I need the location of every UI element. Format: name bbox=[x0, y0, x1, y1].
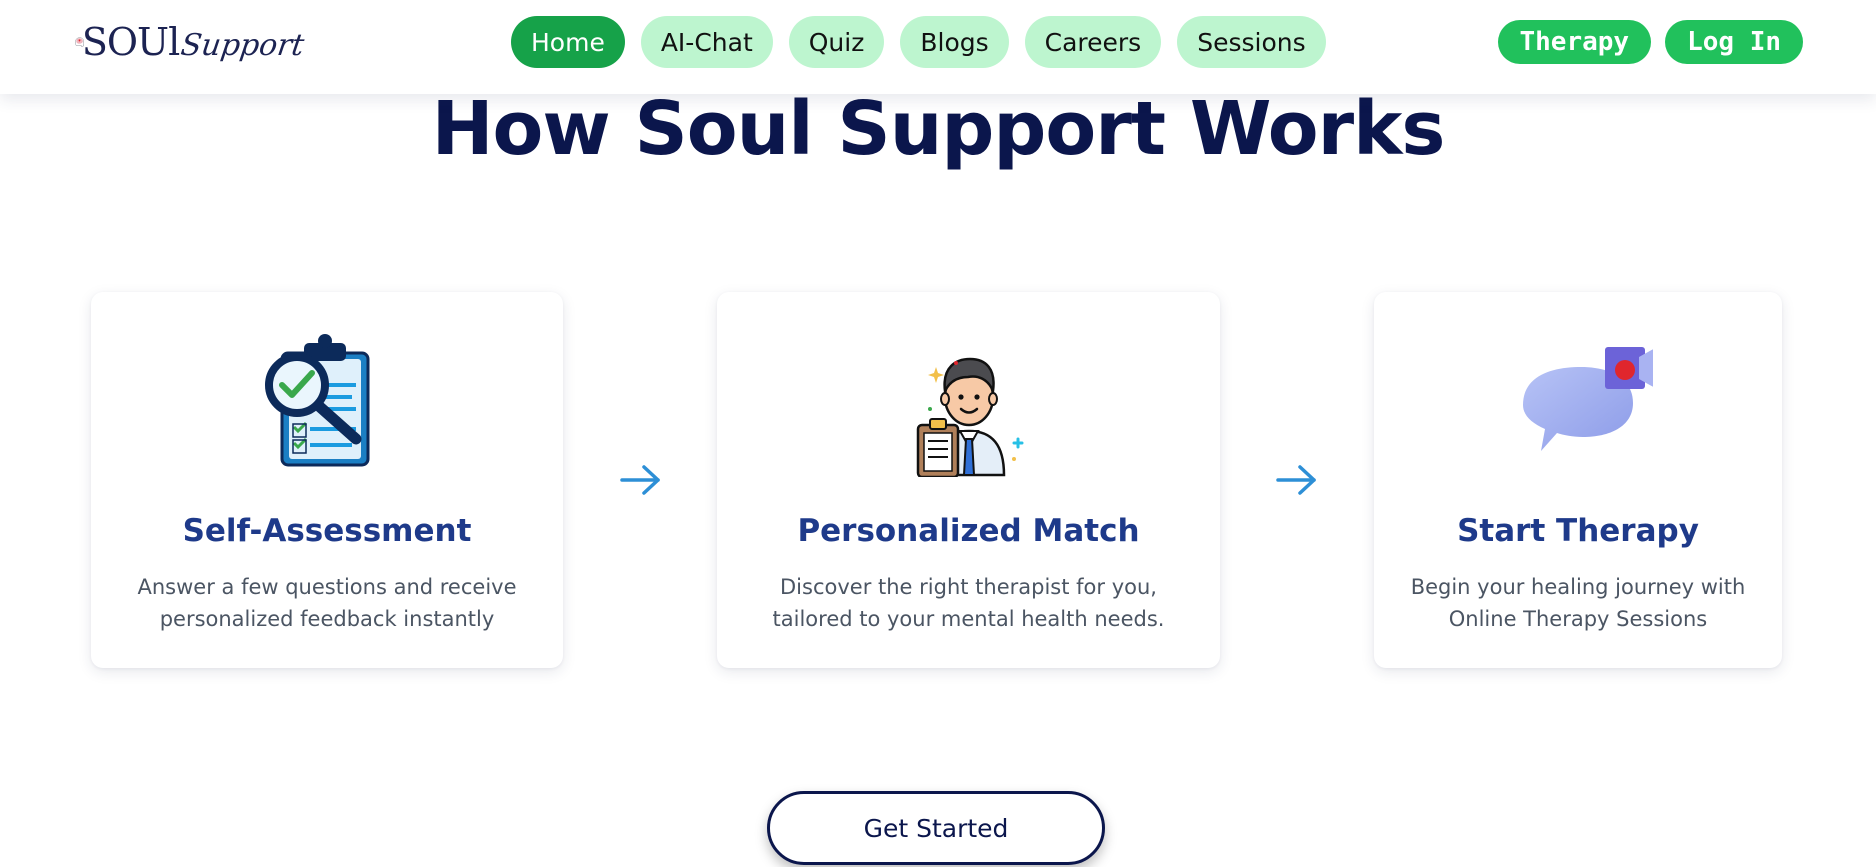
step-description: Answer a few questions and receive perso… bbox=[137, 575, 517, 631]
site-logo[interactable]: SOUl Support bbox=[74, 14, 307, 70]
step-description: Discover the right therapist for you, ta… bbox=[772, 575, 1165, 631]
therapy-button[interactable]: Therapy bbox=[1497, 20, 1652, 64]
step-title: Self-Assessment bbox=[182, 513, 472, 549]
video-chat-icon bbox=[1523, 347, 1653, 451]
step-title: Start Therapy bbox=[1457, 513, 1699, 549]
step-description: Begin your healing journey with Online T… bbox=[1410, 575, 1746, 631]
arrow-right-icon bbox=[620, 465, 660, 495]
login-button[interactable]: Log In bbox=[1665, 20, 1803, 64]
nav-home[interactable]: Home bbox=[511, 16, 625, 68]
main-nav: Home AI-Chat Quiz Blogs Careers Sessions bbox=[511, 16, 1326, 68]
step-card-self-assessment: Self-Assessment Answer a few questions a… bbox=[91, 292, 563, 668]
step-card-start-therapy: Start Therapy Begin your healing journey… bbox=[1374, 292, 1782, 668]
step-title: Personalized Match bbox=[797, 513, 1140, 549]
nav-blogs[interactable]: Blogs bbox=[900, 16, 1009, 68]
nav-careers[interactable]: Careers bbox=[1024, 16, 1162, 68]
get-started-button[interactable]: Get Started bbox=[767, 791, 1105, 865]
nav-sessions[interactable]: Sessions bbox=[1177, 16, 1326, 68]
logo-script: Support bbox=[178, 28, 307, 63]
clipboard-magnifier-icon bbox=[265, 334, 370, 467]
arrow-right-icon bbox=[1276, 465, 1316, 495]
step-card-personalized-match: Personalized Match Discover the right th… bbox=[717, 292, 1220, 668]
auth-buttons: Therapy Log In bbox=[1497, 20, 1803, 64]
page-title: How Soul Support Works bbox=[431, 86, 1446, 172]
nav-ai-chat[interactable]: AI-Chat bbox=[640, 16, 773, 68]
site-header: SOUl Support Home AI-Chat Quiz Blogs Car… bbox=[0, 0, 1876, 94]
logo-wordmark: SOUl bbox=[81, 20, 180, 64]
doctor-icon bbox=[916, 357, 1023, 477]
nav-quiz[interactable]: Quiz bbox=[788, 16, 885, 68]
